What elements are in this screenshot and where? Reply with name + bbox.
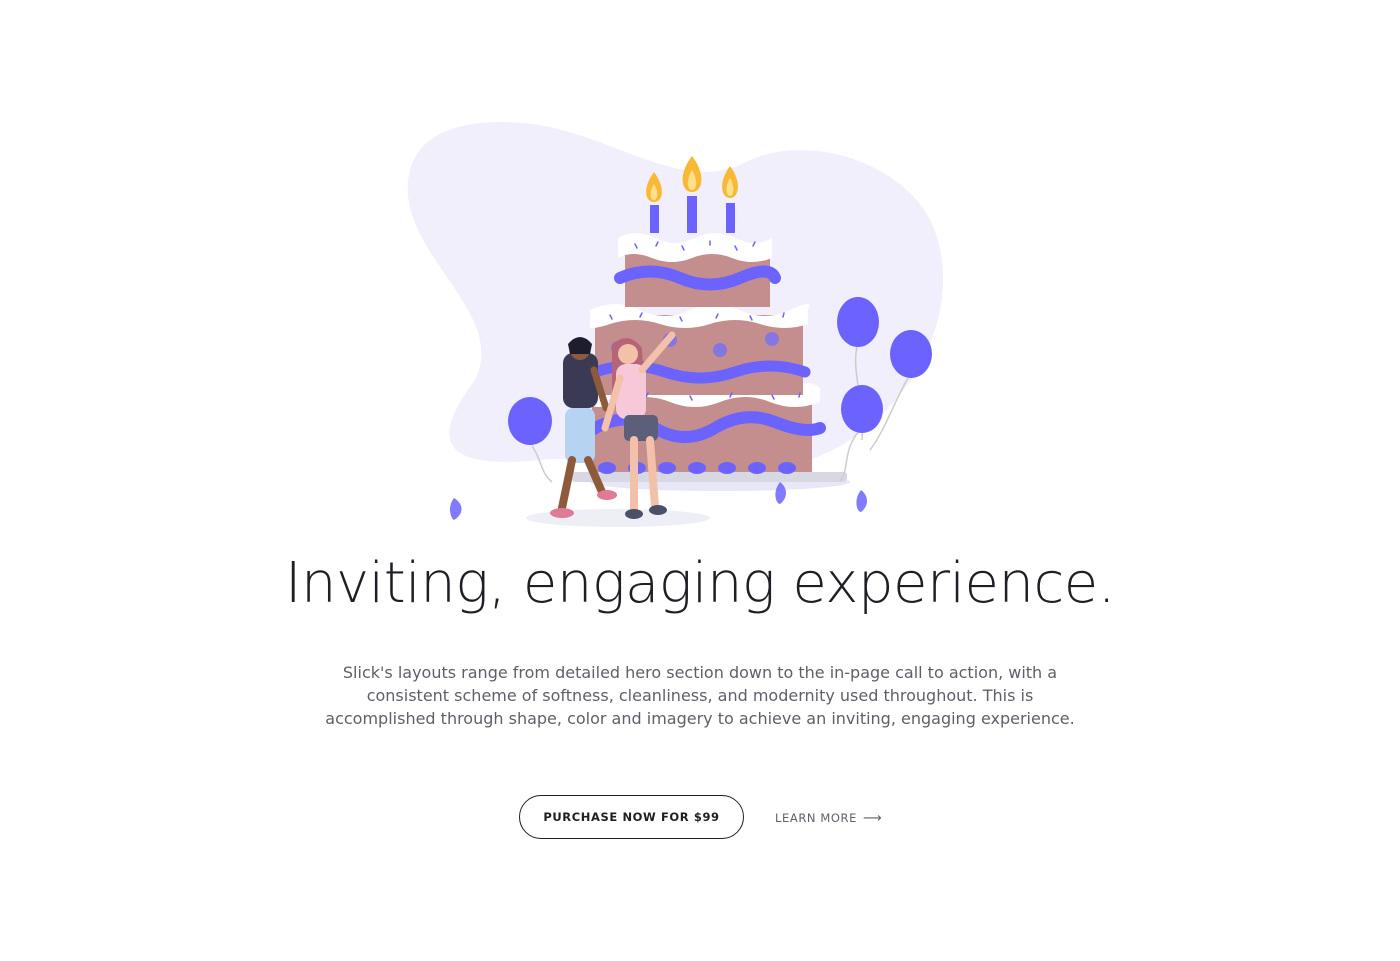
- long-arrow-right-icon: ⟶: [863, 810, 883, 826]
- hero-illustration: [380, 110, 960, 550]
- purchase-button[interactable]: PURCHASE NOW FOR $99: [519, 795, 744, 839]
- hero-title: Inviting, engaging experience.: [284, 551, 1116, 616]
- hero-description: Slick's layouts range from detailed hero…: [325, 663, 1075, 728]
- cake-stand: [572, 472, 847, 482]
- cta-row: PURCHASE NOW FOR $99 LEARN MORE ⟶: [0, 795, 1400, 841]
- learn-more-link[interactable]: LEARN MORE ⟶: [775, 809, 882, 827]
- learn-more-label: LEARN MORE: [775, 811, 858, 825]
